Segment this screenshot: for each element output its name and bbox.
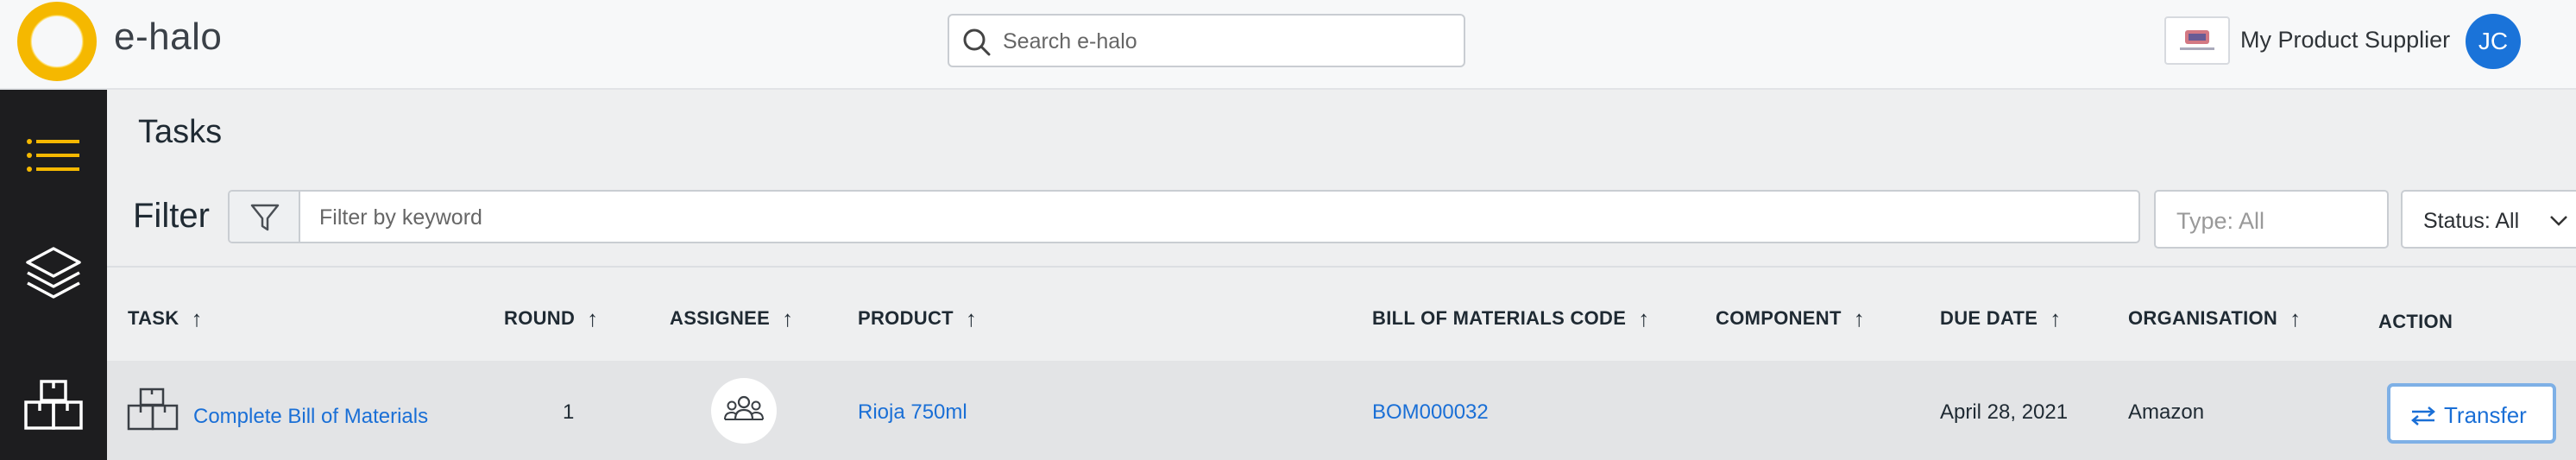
- top-header: e-halo My Product Supplier JC: [0, 0, 2576, 90]
- sort-arrow-icon: ↑: [1853, 306, 1866, 331]
- column-header-organisation[interactable]: ORGANISATION ↑: [2128, 306, 2301, 332]
- round-value: 1: [563, 400, 575, 424]
- sidebar: [0, 90, 107, 460]
- table-header: TASK ↑ ROUND ↑ ASSIGNEE ↑ PRODUCT ↑ BILL OF …: [107, 266, 2576, 361]
- bom-code-link[interactable]: BOM000032: [1372, 400, 1489, 425]
- boxes-icon: [24, 380, 83, 430]
- keyword-filter[interactable]: [228, 190, 2140, 243]
- table-row: Complete Bill of Materials 1 Rioja 750ml…: [107, 361, 2576, 460]
- e-halo-logo[interactable]: [16, 0, 98, 83]
- column-header-assignee[interactable]: ASSIGNEE ↑: [670, 306, 793, 332]
- due-date-value: April 28, 2021: [1940, 400, 2069, 424]
- transfer-button[interactable]: Transfer: [2387, 383, 2556, 444]
- task-link[interactable]: Complete Bill of Materials: [193, 405, 428, 429]
- assignee-badge[interactable]: [711, 378, 777, 444]
- filter-label: Filter: [133, 197, 210, 235]
- sort-arrow-icon: ↑: [191, 306, 203, 331]
- keyword-filter-input[interactable]: [319, 200, 2114, 235]
- sort-arrow-icon: ↑: [2289, 306, 2302, 331]
- column-header-task[interactable]: TASK ↑: [128, 306, 203, 332]
- layers-icon: [26, 247, 81, 299]
- user-avatar[interactable]: JC: [2466, 14, 2521, 69]
- product-link[interactable]: Rioja 750ml: [858, 400, 967, 425]
- chevron-down-icon: [2550, 216, 2567, 226]
- boxes-icon: [127, 388, 179, 431]
- transfer-arrows-icon: [2411, 406, 2435, 425]
- supplier-logo: [2164, 16, 2230, 65]
- search-input[interactable]: [1003, 24, 1452, 59]
- type-filter[interactable]: Type: All: [2154, 190, 2389, 249]
- sidebar-item-products[interactable]: [0, 349, 107, 456]
- filter-button[interactable]: [230, 192, 300, 242]
- sort-arrow-icon: ↑: [1638, 306, 1650, 331]
- group-icon: [724, 395, 764, 420]
- sort-arrow-icon: ↑: [587, 306, 599, 331]
- sidebar-item-tasks[interactable]: [0, 102, 107, 209]
- column-header-component[interactable]: COMPONENT ↑: [1716, 306, 1865, 332]
- search-icon: [963, 28, 991, 56]
- sort-arrow-icon: ↑: [2050, 306, 2062, 331]
- sidebar-item-layers[interactable]: [0, 216, 107, 323]
- status-filter-value: Status: All: [2423, 209, 2520, 233]
- column-header-action: ACTION: [2378, 311, 2453, 332]
- status-filter[interactable]: Status: All: [2401, 190, 2576, 249]
- column-header-round[interactable]: ROUND ↑: [504, 306, 598, 332]
- sort-arrow-icon: ↑: [965, 306, 978, 331]
- app-name: e-halo: [114, 16, 223, 58]
- tasks-table: TASK ↑ ROUND ↑ ASSIGNEE ↑ PRODUCT ↑ BILL OF …: [107, 266, 2576, 460]
- sort-arrow-icon: ↑: [782, 306, 794, 331]
- main-content: Tasks Filter Type: All Status: All TASK↑…: [107, 90, 2576, 460]
- column-header-due-date[interactable]: DUE DATE ↑: [1940, 306, 2062, 332]
- transfer-button-label: Transfer: [2444, 402, 2527, 428]
- type-filter-placeholder: Type: All: [2176, 208, 2265, 234]
- supplier-name[interactable]: My Product Supplier: [2240, 27, 2450, 54]
- column-header-bom-code[interactable]: BILL OF MATERIALS CODE ↑: [1372, 306, 1650, 332]
- funnel-icon: [250, 204, 280, 231]
- column-header-product[interactable]: PRODUCT ↑: [858, 306, 977, 332]
- organisation-value: Amazon: [2128, 400, 2205, 424]
- page-title: Tasks: [138, 114, 223, 150]
- list-icon: [27, 139, 79, 172]
- global-search[interactable]: [948, 14, 1465, 67]
